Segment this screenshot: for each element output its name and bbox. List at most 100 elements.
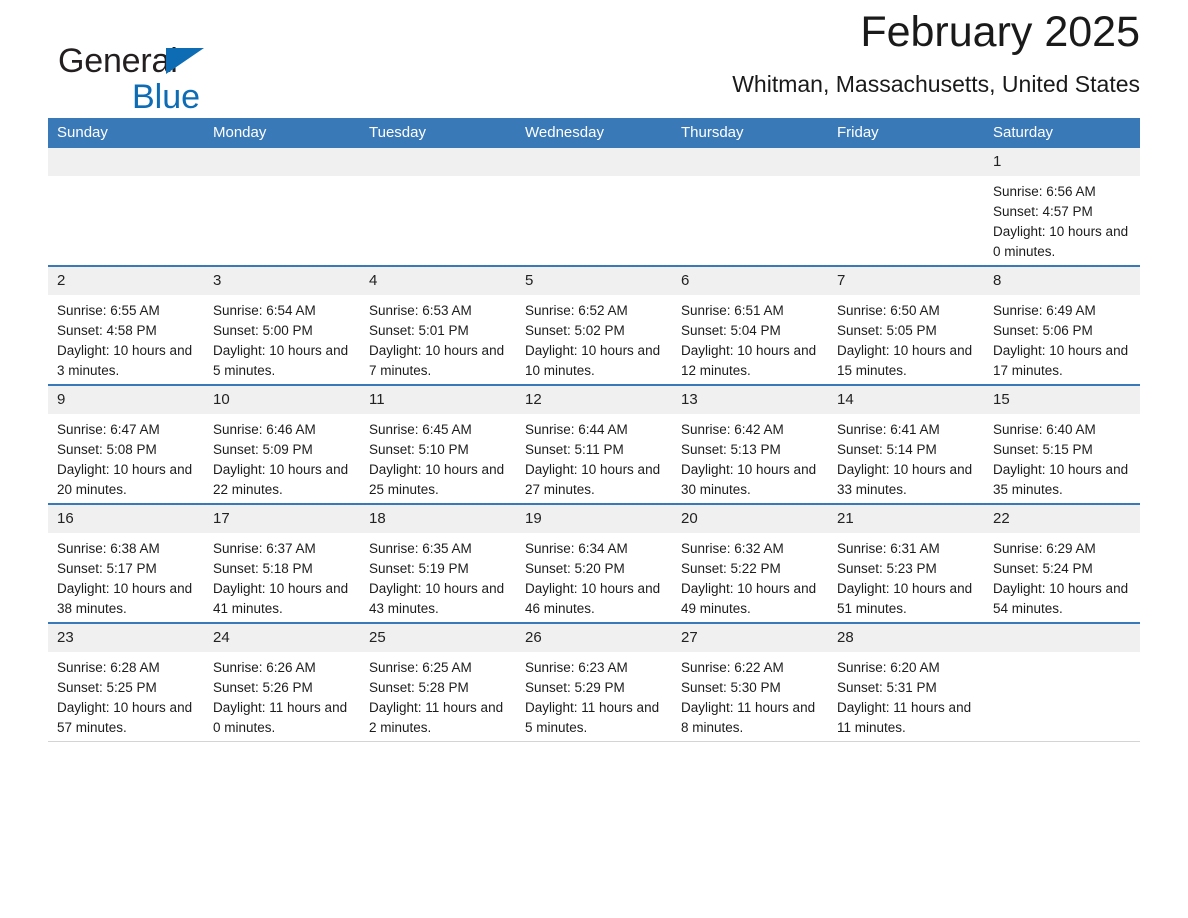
calendar-day-cell[interactable]: 25 Sunrise: 6:25 AM Sunset: 5:28 PM Dayligh…	[360, 622, 516, 742]
day-cell-inner: 22 Sunrise: 6:29 AM Sunset: 5:24 PM Dayligh…	[984, 505, 1140, 622]
generalblue-logo[interactable]: General Blue	[58, 44, 258, 116]
sunset-text: Sunset: 5:13 PM	[681, 442, 781, 457]
day-number: 27	[672, 624, 828, 652]
day-details: Sunrise: 6:26 AM Sunset: 5:26 PM Daylight:…	[204, 652, 360, 738]
calendar-day-cell[interactable]: 17 Sunrise: 6:37 AM Sunset: 5:18 PM Dayligh…	[204, 503, 360, 624]
day-details: Sunrise: 6:41 AM Sunset: 5:14 PM Daylight:…	[828, 414, 984, 500]
weekday-header-friday: Friday	[828, 118, 984, 148]
daylight-text: Daylight: 10 hours and 22 minutes.	[213, 462, 349, 497]
day-number: 1	[984, 148, 1140, 176]
sunset-text: Sunset: 5:18 PM	[213, 561, 313, 576]
day-cell-inner	[204, 148, 360, 265]
day-cell-inner: 19 Sunrise: 6:34 AM Sunset: 5:20 PM Dayligh…	[516, 505, 672, 622]
calendar-day-cell[interactable]: 7 Sunrise: 6:50 AM Sunset: 5:05 PM Daylight…	[828, 265, 984, 386]
calendar-day-cell[interactable]: 5 Sunrise: 6:52 AM Sunset: 5:02 PM Daylight…	[516, 265, 672, 386]
sunrise-text: Sunrise: 6:45 AM	[369, 422, 472, 437]
day-number	[984, 624, 1140, 652]
calendar-day-cell[interactable]: 14 Sunrise: 6:41 AM Sunset: 5:14 PM Dayligh…	[828, 384, 984, 505]
day-cell-inner	[672, 148, 828, 265]
sunrise-text: Sunrise: 6:38 AM	[57, 541, 160, 556]
logo-text-blue: Blue	[132, 78, 201, 116]
calendar-day-cell[interactable]: 24 Sunrise: 6:26 AM Sunset: 5:26 PM Dayligh…	[204, 622, 360, 742]
calendar-day-cell[interactable]: 4 Sunrise: 6:53 AM Sunset: 5:01 PM Daylight…	[360, 265, 516, 386]
sunset-text: Sunset: 4:57 PM	[993, 204, 1093, 219]
calendar-day-cell[interactable]: 22 Sunrise: 6:29 AM Sunset: 5:24 PM Dayligh…	[984, 503, 1140, 624]
day-number: 17	[204, 505, 360, 533]
weekday-header-monday: Monday	[204, 118, 360, 148]
calendar-day-cell[interactable]: 12 Sunrise: 6:44 AM Sunset: 5:11 PM Dayligh…	[516, 384, 672, 505]
day-details: Sunrise: 6:25 AM Sunset: 5:28 PM Daylight:…	[360, 652, 516, 738]
calendar-day-cell[interactable]: 11 Sunrise: 6:45 AM Sunset: 5:10 PM Dayligh…	[360, 384, 516, 505]
sunrise-text: Sunrise: 6:32 AM	[681, 541, 784, 556]
day-details: Sunrise: 6:54 AM Sunset: 5:00 PM Daylight:…	[204, 295, 360, 381]
sunrise-text: Sunrise: 6:37 AM	[213, 541, 316, 556]
calendar-day-cell[interactable]: 23 Sunrise: 6:28 AM Sunset: 5:25 PM Dayligh…	[48, 622, 204, 742]
day-cell-inner	[828, 148, 984, 265]
calendar-day-cell[interactable]: 16 Sunrise: 6:38 AM Sunset: 5:17 PM Dayligh…	[48, 503, 204, 624]
day-details: Sunrise: 6:46 AM Sunset: 5:09 PM Daylight:…	[204, 414, 360, 500]
daylight-text: Daylight: 11 hours and 2 minutes.	[369, 700, 504, 735]
calendar-day-cell-empty	[516, 148, 672, 267]
calendar-day-cell[interactable]: 19 Sunrise: 6:34 AM Sunset: 5:20 PM Dayligh…	[516, 503, 672, 624]
sunset-text: Sunset: 5:31 PM	[837, 680, 937, 695]
weekday-header-tuesday: Tuesday	[360, 118, 516, 148]
day-number: 9	[48, 386, 204, 414]
sunrise-text: Sunrise: 6:34 AM	[525, 541, 628, 556]
day-number	[516, 148, 672, 176]
day-number	[48, 148, 204, 176]
daylight-text: Daylight: 10 hours and 43 minutes.	[369, 581, 505, 616]
day-details: Sunrise: 6:38 AM Sunset: 5:17 PM Daylight:…	[48, 533, 204, 619]
daylight-text: Daylight: 10 hours and 10 minutes.	[525, 343, 661, 378]
day-cell-inner: 13 Sunrise: 6:42 AM Sunset: 5:13 PM Dayligh…	[672, 386, 828, 503]
day-cell-inner: 28 Sunrise: 6:20 AM Sunset: 5:31 PM Dayligh…	[828, 624, 984, 741]
day-number: 14	[828, 386, 984, 414]
sunrise-text: Sunrise: 6:35 AM	[369, 541, 472, 556]
sunrise-text: Sunrise: 6:54 AM	[213, 303, 316, 318]
calendar-day-cell[interactable]: 15 Sunrise: 6:40 AM Sunset: 5:15 PM Dayligh…	[984, 384, 1140, 505]
day-cell-inner	[516, 148, 672, 265]
calendar-day-cell[interactable]: 27 Sunrise: 6:22 AM Sunset: 5:30 PM Dayligh…	[672, 622, 828, 742]
calendar-day-cell[interactable]: 8 Sunrise: 6:49 AM Sunset: 5:06 PM Daylight…	[984, 265, 1140, 386]
day-details: Sunrise: 6:47 AM Sunset: 5:08 PM Daylight:…	[48, 414, 204, 500]
day-cell-inner: 16 Sunrise: 6:38 AM Sunset: 5:17 PM Dayligh…	[48, 505, 204, 622]
sunrise-text: Sunrise: 6:51 AM	[681, 303, 784, 318]
weekday-header-thursday: Thursday	[672, 118, 828, 148]
day-cell-inner: 15 Sunrise: 6:40 AM Sunset: 5:15 PM Dayligh…	[984, 386, 1140, 503]
calendar-day-cell[interactable]: 18 Sunrise: 6:35 AM Sunset: 5:19 PM Dayligh…	[360, 503, 516, 624]
calendar-day-cell[interactable]: 10 Sunrise: 6:46 AM Sunset: 5:09 PM Dayligh…	[204, 384, 360, 505]
logo-text-general-row: General	[58, 44, 258, 82]
day-cell-inner: 11 Sunrise: 6:45 AM Sunset: 5:10 PM Dayligh…	[360, 386, 516, 503]
calendar-day-cell[interactable]: 9 Sunrise: 6:47 AM Sunset: 5:08 PM Daylight…	[48, 384, 204, 505]
day-number: 12	[516, 386, 672, 414]
sunrise-text: Sunrise: 6:40 AM	[993, 422, 1096, 437]
sunrise-text: Sunrise: 6:31 AM	[837, 541, 940, 556]
calendar-day-cell[interactable]: 21 Sunrise: 6:31 AM Sunset: 5:23 PM Dayligh…	[828, 503, 984, 624]
day-cell-inner: 20 Sunrise: 6:32 AM Sunset: 5:22 PM Dayligh…	[672, 505, 828, 622]
calendar-day-cell[interactable]: 2 Sunrise: 6:55 AM Sunset: 4:58 PM Daylight…	[48, 265, 204, 386]
calendar-day-cell[interactable]: 28 Sunrise: 6:20 AM Sunset: 5:31 PM Dayligh…	[828, 622, 984, 742]
sunrise-text: Sunrise: 6:46 AM	[213, 422, 316, 437]
day-cell-inner: 21 Sunrise: 6:31 AM Sunset: 5:23 PM Dayligh…	[828, 505, 984, 622]
calendar-day-cell-empty	[672, 148, 828, 267]
calendar-week-row: 2 Sunrise: 6:55 AM Sunset: 4:58 PM Daylight…	[48, 265, 1140, 386]
calendar-day-cell[interactable]: 3 Sunrise: 6:54 AM Sunset: 5:00 PM Daylight…	[204, 265, 360, 386]
sunrise-text: Sunrise: 6:53 AM	[369, 303, 472, 318]
calendar-day-cell[interactable]: 1 Sunrise: 6:56 AM Sunset: 4:57 PM Daylight…	[984, 148, 1140, 267]
day-cell-inner: 18 Sunrise: 6:35 AM Sunset: 5:19 PM Dayligh…	[360, 505, 516, 622]
daylight-text: Daylight: 10 hours and 51 minutes.	[837, 581, 973, 616]
sunset-text: Sunset: 5:14 PM	[837, 442, 937, 457]
sunrise-text: Sunrise: 6:28 AM	[57, 660, 160, 675]
daylight-text: Daylight: 10 hours and 49 minutes.	[681, 581, 817, 616]
day-number: 13	[672, 386, 828, 414]
day-details: Sunrise: 6:44 AM Sunset: 5:11 PM Daylight:…	[516, 414, 672, 500]
calendar-day-cell[interactable]: 20 Sunrise: 6:32 AM Sunset: 5:22 PM Dayligh…	[672, 503, 828, 624]
sunrise-text: Sunrise: 6:29 AM	[993, 541, 1096, 556]
sunset-text: Sunset: 5:19 PM	[369, 561, 469, 576]
calendar-day-cell[interactable]: 13 Sunrise: 6:42 AM Sunset: 5:13 PM Dayligh…	[672, 384, 828, 505]
calendar-day-cell[interactable]: 26 Sunrise: 6:23 AM Sunset: 5:29 PM Dayligh…	[516, 622, 672, 742]
calendar-day-cell[interactable]: 6 Sunrise: 6:51 AM Sunset: 5:04 PM Daylight…	[672, 265, 828, 386]
sunset-text: Sunset: 5:22 PM	[681, 561, 781, 576]
sunrise-text: Sunrise: 6:55 AM	[57, 303, 160, 318]
daylight-text: Daylight: 10 hours and 35 minutes.	[993, 462, 1129, 497]
day-details: Sunrise: 6:56 AM Sunset: 4:57 PM Daylight:…	[984, 176, 1140, 262]
